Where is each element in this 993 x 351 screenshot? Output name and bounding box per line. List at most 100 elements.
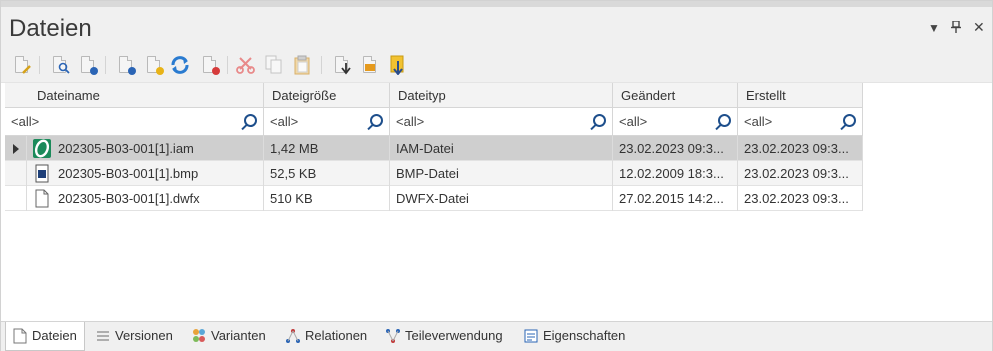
new-document-button[interactable] — [11, 54, 33, 76]
copy-icon — [265, 55, 282, 74]
search-icon[interactable] — [244, 114, 257, 127]
cell-erstellt[interactable]: 23.02.2023 09:3... — [738, 186, 863, 211]
filter-dateigroesse[interactable]: <all> — [264, 108, 390, 136]
tab-dateien[interactable]: Dateien — [5, 322, 85, 351]
iam-file-icon — [33, 139, 51, 158]
cell-dateigroesse[interactable]: 1,42 MB — [264, 136, 390, 161]
cell-erstellt[interactable]: 23.02.2023 09:3... — [738, 136, 863, 161]
cell-geaendert[interactable]: 23.02.2023 09:3... — [613, 136, 738, 161]
cell-erstellt[interactable]: 23.02.2023 09:3... — [738, 161, 863, 186]
document-blue-2-button[interactable] — [115, 54, 137, 76]
grid-header-row: Dateiname Dateigröße Dateityp Geändert E… — [5, 83, 863, 108]
document-blue-button[interactable] — [77, 54, 99, 76]
find-document-button[interactable] — [49, 54, 71, 76]
filter-dateityp[interactable]: <all> — [390, 108, 613, 136]
cell-geaendert[interactable]: 12.02.2009 18:3... — [613, 161, 738, 186]
tab-eigenschaften[interactable]: Eigenschaften — [517, 322, 631, 351]
cell-dateigroesse[interactable]: 52,5 KB — [264, 161, 390, 186]
tab-label: Versionen — [115, 328, 173, 343]
import-document-button[interactable] — [331, 54, 353, 76]
dwfx-file-icon — [35, 189, 49, 208]
pin-icon[interactable] — [951, 20, 961, 36]
tab-versionen[interactable]: Versionen — [89, 322, 179, 351]
cell-dateityp[interactable]: IAM-Datei — [390, 136, 613, 161]
filter-geaendert[interactable]: <all> — [613, 108, 738, 136]
cell-dateiname[interactable]: 202305-B03-001[1].dwfx — [27, 186, 264, 211]
cut-button[interactable] — [235, 54, 257, 76]
paste-button[interactable] — [291, 54, 313, 76]
column-header-dateigroesse[interactable]: Dateigröße — [264, 83, 390, 108]
panel-title: Dateien — [9, 15, 92, 42]
properties-icon — [524, 329, 538, 343]
copy-button[interactable] — [263, 54, 285, 76]
tab-relationen[interactable]: Relationen — [279, 322, 373, 351]
list-icon — [97, 331, 109, 341]
cell-dateigroesse[interactable]: 510 KB — [264, 186, 390, 211]
column-header-dateiname[interactable]: Dateiname — [5, 83, 264, 108]
cell-dateiname[interactable]: 202305-B03-001[1].bmp — [27, 161, 264, 186]
toolbar-separator — [227, 56, 228, 74]
usage-icon — [386, 329, 400, 343]
filter-dateigroesse-text: <all> — [270, 114, 299, 129]
relations-icon — [286, 329, 300, 343]
blue-badge-icon — [128, 67, 136, 75]
bottom-tab-bar: Dateien Versionen Varianten Relationen T… — [1, 321, 992, 351]
export-document-button[interactable] — [359, 54, 381, 76]
archive-document-button[interactable] — [387, 54, 409, 76]
refresh-icon — [171, 56, 189, 74]
toolbar — [1, 47, 992, 83]
search-icon[interactable] — [843, 114, 856, 127]
toolbar-separator — [39, 56, 40, 74]
table-row[interactable]: 202305-B03-001[1].dwfx 510 KB DWFX-Datei… — [5, 186, 863, 211]
search-icon[interactable] — [370, 114, 383, 127]
tab-teileverwendung[interactable]: Teileverwendung — [379, 322, 509, 351]
cell-geaendert[interactable]: 27.02.2015 14:2... — [613, 186, 738, 211]
column-header-erstellt[interactable]: Erstellt — [738, 83, 863, 108]
column-header-geaendert[interactable]: Geändert — [613, 83, 738, 108]
cell-dateiname[interactable]: 202305-B03-001[1].iam — [27, 136, 264, 161]
paste-icon — [294, 55, 310, 75]
toolbar-separator — [105, 56, 106, 74]
column-header-dateityp[interactable]: Dateityp — [390, 83, 613, 108]
tab-label: Teileverwendung — [405, 328, 503, 343]
tab-label: Dateien — [32, 328, 77, 343]
filter-geaendert-text: <all> — [619, 114, 648, 129]
search-icon[interactable] — [593, 114, 606, 127]
refresh-button[interactable] — [169, 54, 191, 76]
filter-erstellt-text: <all> — [744, 114, 773, 129]
filter-dateiname[interactable]: <all> — [5, 108, 264, 136]
toolbar-separator — [321, 56, 322, 74]
document-yellow-button[interactable] — [143, 54, 165, 76]
yellow-badge-icon — [156, 67, 164, 75]
archive-document-icon — [390, 55, 404, 75]
document-icon — [13, 328, 27, 344]
search-icon[interactable] — [718, 114, 731, 127]
file-name: 202305-B03-001[1].dwfx — [58, 191, 200, 206]
tab-varianten[interactable]: Varianten — [185, 322, 272, 351]
cut-icon — [236, 57, 255, 74]
blue-badge-icon — [90, 67, 98, 75]
files-panel: Dateien ▼ ✕ Dateiname Dateigröße Dateity… — [0, 0, 993, 351]
file-name: 202305-B03-001[1].iam — [58, 141, 194, 156]
bmp-file-icon — [35, 164, 49, 183]
filter-dateiname-text: <all> — [11, 114, 40, 129]
row-arrow-icon — [13, 144, 19, 154]
dropdown-arrow-icon[interactable]: ▼ — [928, 21, 940, 35]
grid-filter-row: <all> <all> <all> <all> <all> — [5, 108, 863, 136]
export-mark-icon — [365, 64, 375, 71]
panel-titlebar: Dateien ▼ ✕ — [1, 7, 992, 47]
tab-label: Relationen — [305, 328, 368, 343]
filter-erstellt[interactable]: <all> — [738, 108, 863, 136]
cell-dateityp[interactable]: BMP-Datei — [390, 161, 613, 186]
table-row[interactable]: 202305-B03-001[1].bmp 52,5 KB BMP-Datei … — [5, 161, 863, 186]
red-badge-icon — [212, 67, 220, 75]
tab-label: Varianten — [211, 328, 266, 343]
cell-dateityp[interactable]: DWFX-Datei — [390, 186, 613, 211]
filter-dateityp-text: <all> — [396, 114, 425, 129]
close-icon[interactable]: ✕ — [973, 19, 985, 36]
table-row[interactable]: 202305-B03-001[1].iam 1,42 MB IAM-Datei … — [5, 136, 863, 161]
file-name: 202305-B03-001[1].bmp — [58, 166, 199, 181]
row-indicator — [5, 186, 27, 211]
document-delete-button[interactable] — [199, 54, 221, 76]
row-indicator — [5, 136, 27, 161]
